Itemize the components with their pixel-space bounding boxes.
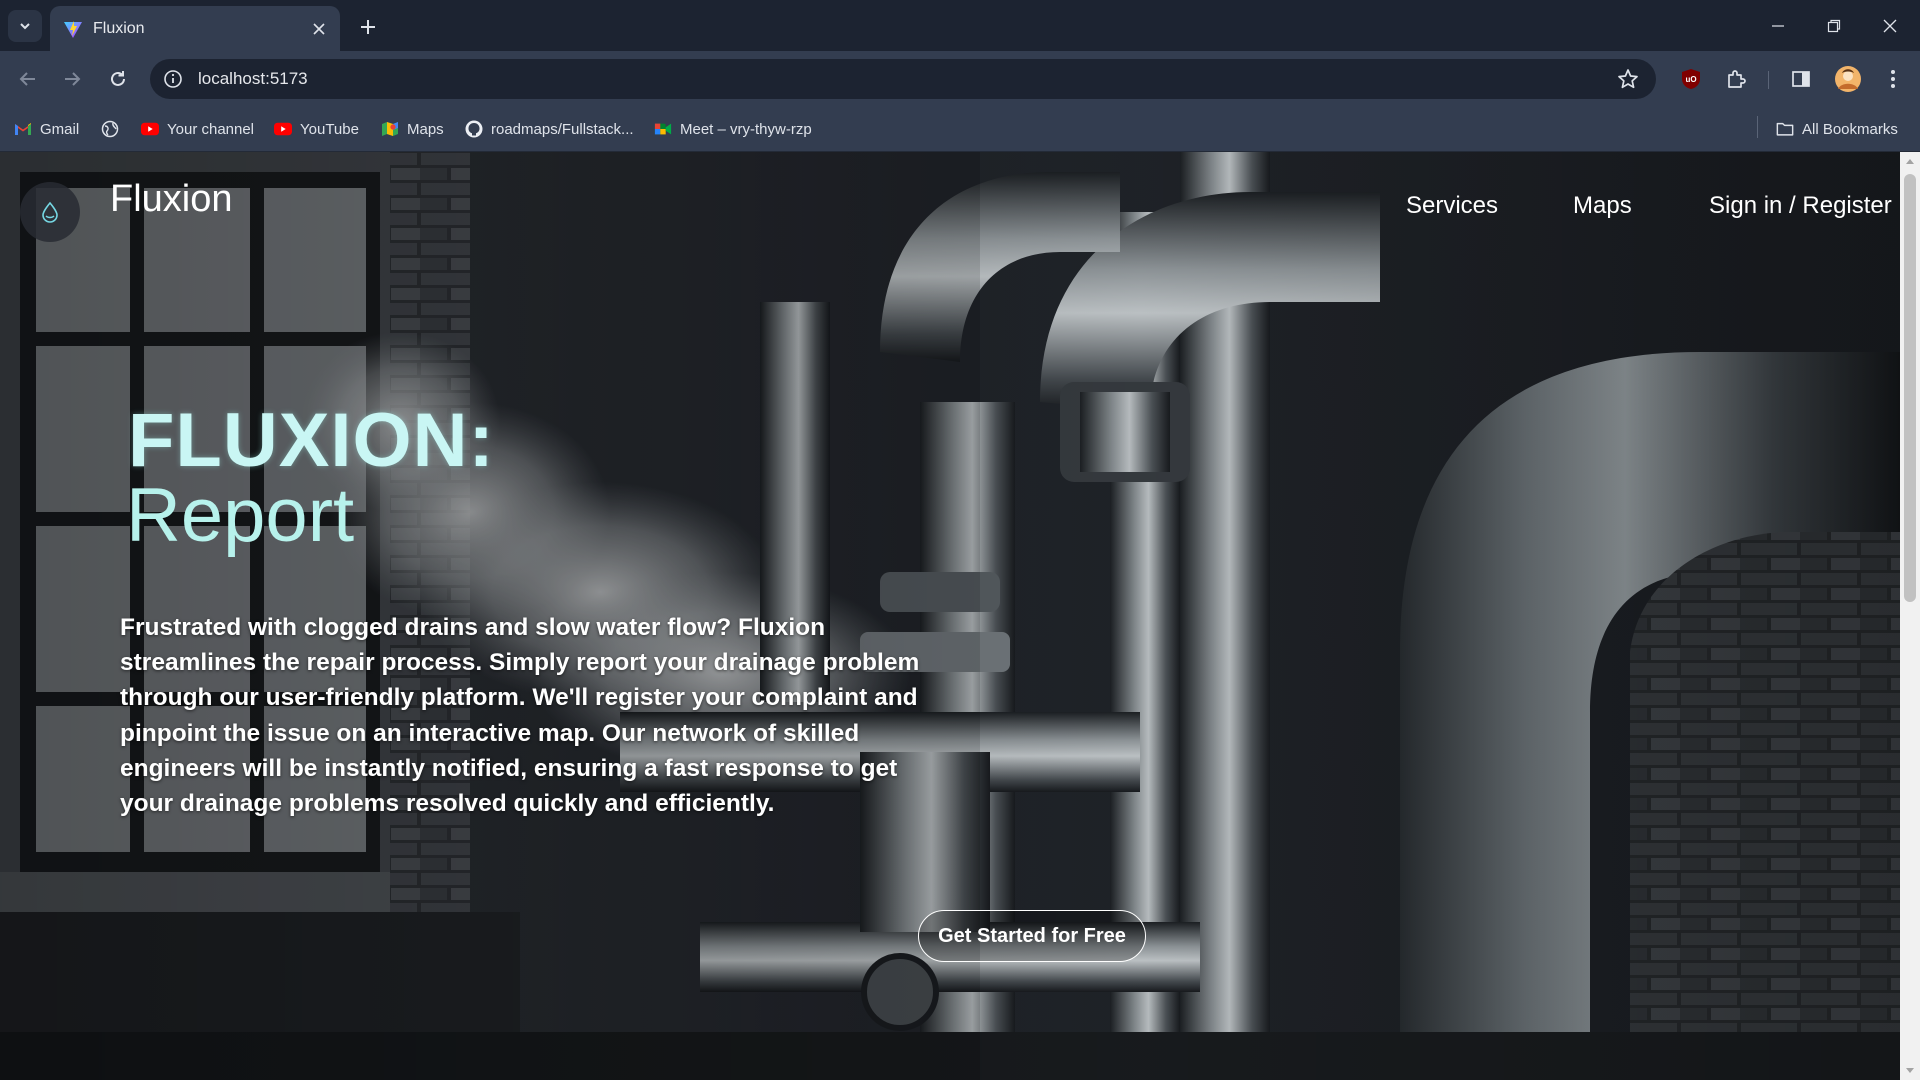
close-icon: [1883, 19, 1897, 32]
bookmarks-divider: [1757, 116, 1758, 138]
vite-icon: [64, 20, 82, 38]
close-window-button[interactable]: [1862, 0, 1918, 51]
extensions-icon[interactable]: [1720, 63, 1752, 95]
hero-title: FLUXION:: [128, 398, 495, 483]
site-logo[interactable]: [20, 182, 80, 242]
maps-icon: [381, 120, 399, 138]
site-info-icon[interactable]: [162, 68, 184, 90]
bookmark-meet[interactable]: Meet – vry-thyw-rzp: [654, 117, 812, 141]
chevron-down-icon: [20, 23, 30, 30]
address-bar[interactable]: localhost:5173: [150, 59, 1656, 99]
profile-avatar[interactable]: [1832, 63, 1864, 95]
bookmark-label: Meet – vry-thyw-rzp: [680, 120, 812, 138]
nav-signin-register-link[interactable]: Sign in / Register: [1709, 192, 1892, 220]
hero-description: Frustrated with clogged drains and slow …: [120, 614, 920, 818]
bookmark-label: Gmail: [40, 120, 80, 138]
browser-menu-icon[interactable]: [1877, 63, 1909, 95]
bookmark-globe[interactable]: [101, 117, 127, 141]
reload-button[interactable]: [103, 64, 133, 94]
back-button[interactable]: [13, 64, 43, 94]
arrow-right-icon: [65, 72, 81, 86]
site-brand[interactable]: Fluxion: [110, 178, 233, 221]
bookmark-star-icon[interactable]: [1614, 65, 1642, 93]
browser-toolbar: localhost:5173 uO: [0, 51, 1920, 107]
web-page: Fluxion Services Maps Sign in / Register…: [0, 152, 1900, 1080]
bookmark-youtube[interactable]: YouTube: [274, 117, 359, 141]
svg-text:uO: uO: [1685, 75, 1696, 84]
bookmark-roadmaps[interactable]: roadmaps/Fullstack...: [465, 117, 634, 141]
bookmarks-bar: Gmail Your channel YouTube Maps roadmaps…: [0, 107, 1920, 152]
tab-strip: Fluxion: [0, 0, 1920, 51]
gmail-icon: [14, 120, 32, 138]
new-tab-button[interactable]: [354, 13, 382, 41]
bookmark-label: Your channel: [167, 120, 255, 138]
youtube-icon: [274, 120, 292, 138]
bookmark-your-channel[interactable]: Your channel: [141, 117, 254, 141]
bookmark-maps[interactable]: Maps: [381, 117, 444, 141]
plus-icon: [361, 20, 375, 34]
meet-icon: [654, 120, 672, 138]
github-icon: [465, 120, 483, 138]
all-bookmarks-button[interactable]: All Bookmarks: [1776, 117, 1898, 141]
reload-icon: [111, 71, 125, 86]
globe-icon: [101, 120, 119, 138]
scrollbar-thumb[interactable]: [1904, 174, 1916, 602]
youtube-icon: [141, 120, 159, 138]
bookmark-label: roadmaps/Fullstack...: [491, 120, 634, 138]
minimize-button[interactable]: [1750, 0, 1806, 51]
restore-button[interactable]: [1806, 0, 1862, 51]
scroll-up-icon[interactable]: [1905, 156, 1915, 166]
bookmark-gmail[interactable]: Gmail: [14, 117, 79, 141]
arrow-left-icon: [19, 72, 35, 86]
ublock-icon[interactable]: uO: [1675, 63, 1707, 95]
folder-icon: [1776, 120, 1794, 138]
url-text[interactable]: localhost:5173: [198, 69, 1614, 89]
side-panel-icon[interactable]: [1785, 63, 1817, 95]
all-bookmarks-label: All Bookmarks: [1802, 120, 1898, 138]
water-drop-icon: [42, 201, 58, 223]
tab-title: Fluxion: [93, 19, 145, 37]
forward-button[interactable]: [57, 64, 87, 94]
bookmark-label: Maps: [407, 120, 444, 138]
page-scrollbar[interactable]: [1900, 152, 1920, 1080]
hero-subtitle: Report: [126, 473, 355, 558]
get-started-button[interactable]: Get Started for Free: [918, 910, 1146, 962]
scroll-down-icon[interactable]: [1905, 1066, 1915, 1076]
page-viewport: Fluxion Services Maps Sign in / Register…: [0, 152, 1920, 1080]
minimize-icon: [1772, 24, 1784, 27]
restore-icon: [1827, 19, 1841, 32]
nav-maps-link[interactable]: Maps: [1573, 192, 1632, 220]
toolbar-divider: [1768, 71, 1769, 89]
bookmark-label: YouTube: [300, 120, 359, 138]
close-tab-icon[interactable]: [308, 18, 330, 40]
nav-services-link[interactable]: Services: [1406, 192, 1498, 220]
browser-tab[interactable]: Fluxion: [50, 6, 340, 51]
tab-search-button[interactable]: [8, 10, 42, 42]
